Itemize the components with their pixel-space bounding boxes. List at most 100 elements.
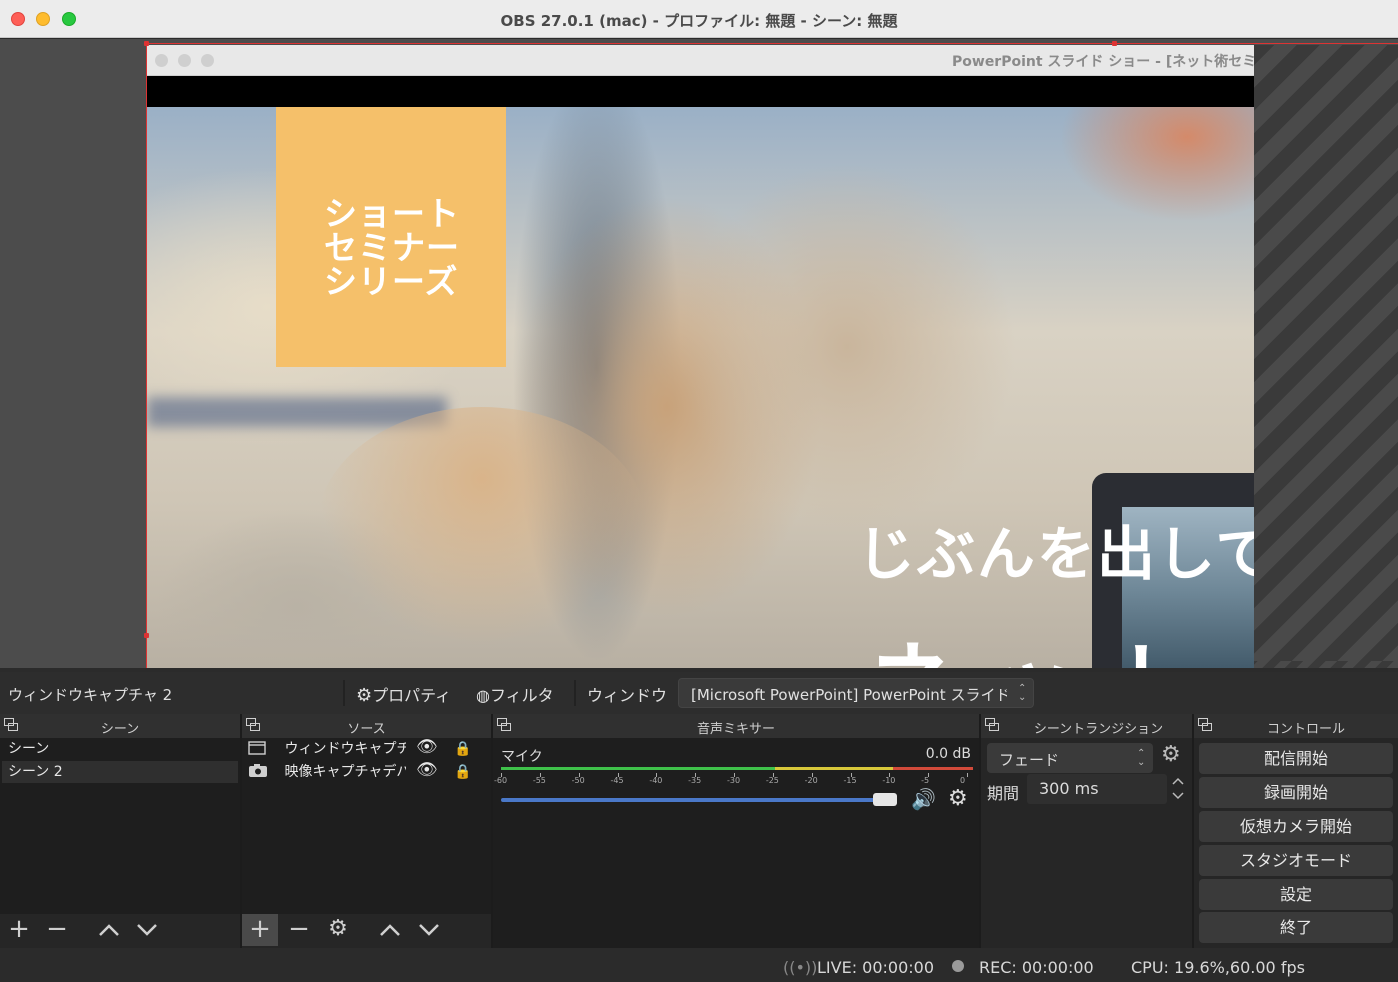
move-scene-up-button[interactable] [90, 914, 128, 946]
source-name: ウィンドウキャプチャ [284, 741, 407, 757]
chevron-down-icon [419, 924, 439, 936]
slide-badge-line: ショート [324, 194, 460, 233]
eye-icon[interactable]: 👁 [416, 759, 438, 781]
window-select[interactable]: [Microsoft PowerPoint] PowerPoint スライド シ… [678, 678, 1034, 708]
duration-spinbox[interactable]: 300 ms [1027, 774, 1184, 804]
gear-icon: ⚙ [328, 916, 348, 941]
meter-tick [967, 773, 968, 777]
sources-dock: ソース ウィンドウキャプチャ 👁 🔒 映像キャプチャデバイス 👁 🔒 + − ⚙ [242, 714, 493, 948]
captured-window[interactable]: PowerPoint スライド ショー - [ネット術セミナ ショート セミナー… [147, 45, 1254, 668]
meter-tick-label: -20 [804, 776, 818, 785]
captured-max-dot [201, 54, 214, 67]
controls-dock-title: コントロール [1266, 722, 1345, 737]
gear-icon[interactable]: ⚙ [948, 786, 968, 811]
volume-slider-handle[interactable] [872, 793, 897, 806]
live-timer: LIVE: 00:00:00 [817, 958, 935, 977]
meter-tick-label: -10 [882, 776, 896, 785]
start-recording-button[interactable]: 録画開始 [1199, 777, 1393, 808]
meter-segment [774, 767, 893, 770]
move-scene-down-button[interactable] [128, 914, 166, 946]
remove-source-button[interactable]: − [280, 914, 318, 946]
slide-badge: ショート セミナー シリーズ [276, 107, 506, 367]
cpu-fps-readout: CPU: 19.6%,60.00 fps [1131, 958, 1305, 977]
transition-value: フェード [999, 751, 1060, 769]
title-bar: OBS 27.0.1 (mac) - プロファイル: 無題 - シーン: 無題 [0, 0, 1398, 38]
rec-dot-icon [952, 960, 964, 972]
duration-value: 300 ms [1039, 779, 1099, 798]
filters-button[interactable]: ◍フィルタ [476, 682, 554, 706]
volume-slider[interactable] [501, 793, 905, 806]
toolbar-divider [343, 680, 345, 706]
add-source-button[interactable]: + [242, 914, 278, 946]
add-scene-button[interactable]: + [0, 914, 38, 946]
audio-mixer-dock: 音声ミキサー マイク 0.0 dB -60 -55 -50 -45 -40 -35 -30-… [493, 714, 981, 948]
slide-badge-line: セミナー [324, 228, 460, 267]
gear-icon[interactable]: ⚙ [1161, 742, 1181, 767]
captured-window-title: PowerPoint スライド ショー - [ネット術セミナ [952, 54, 1254, 70]
chevron-up-icon [380, 924, 400, 936]
source-properties-button[interactable]: ⚙ [319, 914, 357, 946]
source-list: ウィンドウキャプチャ 👁 🔒 映像キャプチャデバイス 👁 🔒 [242, 736, 491, 914]
scene-item[interactable]: シーン 2 [2, 761, 238, 783]
meter-segment [892, 767, 973, 770]
volume-slider-fill [501, 798, 885, 802]
obs-window: OBS 27.0.1 (mac) - プロファイル: 無題 - シーン: 無題 … [0, 0, 1398, 982]
slide-big-text: ネット [867, 612, 1227, 668]
lock-icon[interactable]: 🔒 [454, 761, 471, 783]
remove-scene-button[interactable]: − [38, 914, 76, 946]
settings-button[interactable]: 設定 [1199, 879, 1393, 910]
meter-tick-label: -25 [765, 776, 779, 785]
exit-button[interactable]: 終了 [1199, 912, 1393, 943]
mixer-body: マイク 0.0 dB -60 -55 -50 -45 -40 -35 -30 -25 -20 -1… [493, 738, 979, 948]
resize-handle[interactable] [144, 633, 149, 638]
meter-segment [501, 767, 775, 770]
slide-headline: じぶんを出して [857, 520, 1254, 588]
meter-tick-label: -45 [610, 776, 624, 785]
select-arrows-icon: ⌃ ⌄ [1137, 748, 1146, 768]
window-icon [248, 741, 266, 755]
eye-icon[interactable]: 👁 [416, 736, 438, 758]
controls-dock-header: コントロール [1194, 714, 1398, 738]
captured-window-titlebar: PowerPoint スライド ショー - [ネット術セミナ [147, 45, 1254, 76]
sources-dock-footer: + − ⚙ [242, 914, 491, 948]
scenes-dock-footer: + − [0, 914, 240, 948]
scenes-dock-title: シーン [100, 722, 140, 737]
status-bar: ((•)) LIVE: 00:00:00 REC: 00:00:00 CPU: … [0, 950, 1398, 982]
meter-tick-label: -15 [843, 776, 857, 785]
properties-label: プロパティ [372, 686, 452, 705]
slide-badge-line: シリーズ [324, 262, 459, 301]
lock-icon[interactable]: 🔒 [454, 738, 471, 760]
properties-button[interactable]: ⚙プロパティ [356, 682, 451, 706]
resize-handle[interactable] [144, 41, 149, 46]
preview-canvas[interactable]: PowerPoint スライド ショー - [ネット術セミナ ショート セミナー… [0, 39, 1398, 668]
resize-handle[interactable] [1112, 41, 1117, 46]
sources-dock-header: ソース [242, 714, 491, 738]
scene-item[interactable]: シーン [2, 738, 238, 760]
speaker-icon[interactable]: 🔊 [911, 787, 936, 811]
start-streaming-button[interactable]: 配信開始 [1199, 743, 1393, 774]
source-name: 映像キャプチャデバイス [284, 764, 407, 780]
plus-icon: + [249, 914, 271, 944]
move-source-up-button[interactable] [371, 914, 409, 946]
chevron-down-icon [137, 924, 157, 936]
transitions-dock-header: シーントランジション [981, 714, 1192, 738]
meter-tick-label: -30 [727, 776, 741, 785]
transition-select[interactable]: フェード ⌃ ⌄ [987, 743, 1153, 773]
dock-float-icon[interactable] [1198, 718, 1214, 732]
move-source-down-button[interactable] [410, 914, 448, 946]
studio-mode-button[interactable]: スタジオモード [1199, 845, 1393, 876]
source-item[interactable]: 映像キャプチャデバイス 👁 🔒 [244, 759, 491, 783]
selection-border-left [146, 43, 147, 668]
rec-timer: REC: 00:00:00 [979, 958, 1094, 977]
source-item[interactable]: ウィンドウキャプチャ 👁 🔒 [244, 736, 491, 760]
scenes-dock: シーン シーン シーン 2 + − [0, 714, 242, 948]
chevron-down-icon [1172, 792, 1184, 800]
captured-min-dot [178, 54, 191, 67]
spin-arrows[interactable] [1167, 774, 1189, 804]
filter-icon: ◍ [476, 686, 490, 705]
minus-icon: − [288, 914, 310, 944]
meter-tick-label: -50 [571, 776, 585, 785]
dock-float-icon[interactable] [985, 718, 1001, 732]
start-virtual-camera-button[interactable]: 仮想カメラ開始 [1199, 811, 1393, 842]
minus-icon: − [46, 914, 68, 944]
